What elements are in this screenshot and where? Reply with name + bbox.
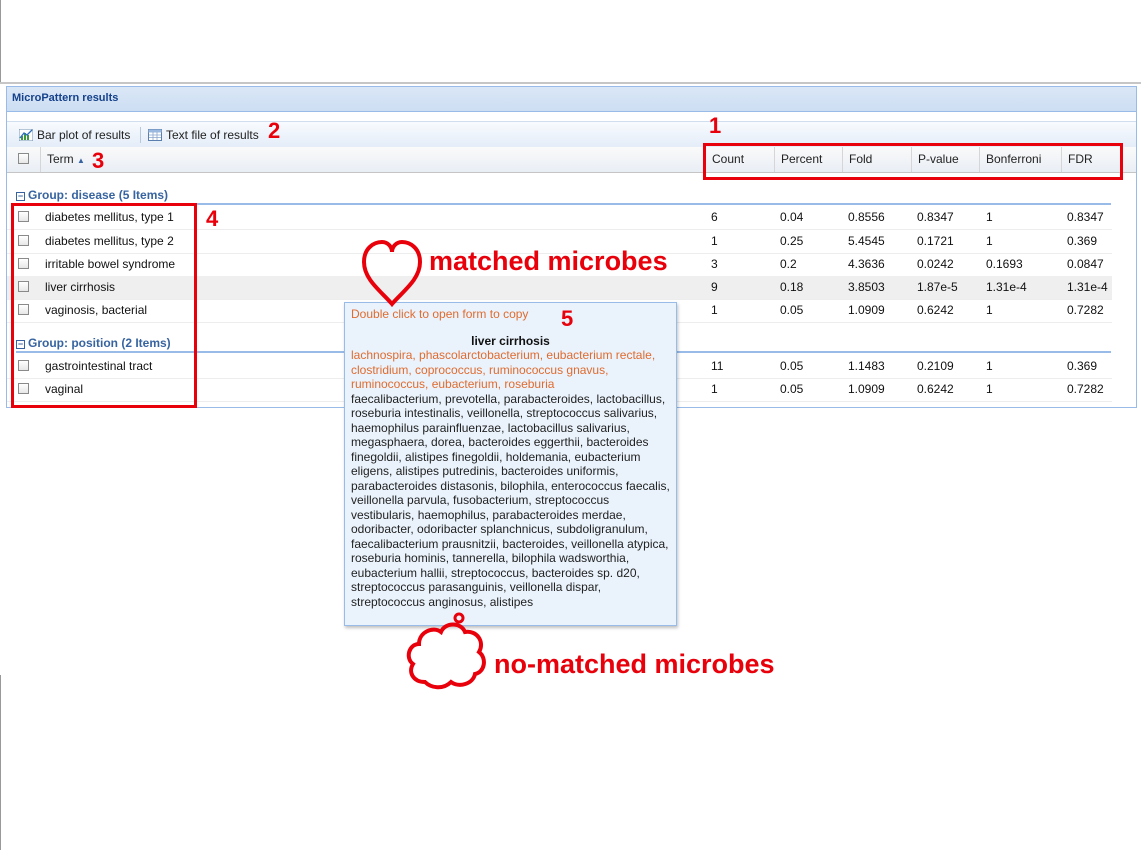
fdr-cell: 1.31e-4 [1067, 280, 1108, 294]
matched-microbes-annotation: matched microbes [429, 246, 668, 276]
tooltip-hint: Double click to open form to copy [351, 307, 529, 321]
bonferroni-cell: 1 [986, 234, 993, 248]
fdr-cell: 0.7282 [1067, 303, 1104, 317]
annotation-box-columns [703, 143, 1123, 180]
count-cell: 1 [711, 303, 718, 317]
fdr-cell: 0.369 [1067, 359, 1098, 373]
bonferroni-cell: 0.1693 [986, 257, 1023, 271]
percent-cell: 0.2 [780, 257, 797, 271]
bonferroni-cell: 1 [986, 303, 993, 317]
window-edge [0, 675, 1, 850]
table-file-icon [148, 129, 162, 141]
percent-cell: 0.25 [780, 234, 804, 248]
bonferroni-cell: 1 [986, 210, 993, 224]
pvalue-cell: 0.1721 [917, 234, 954, 248]
annotation-box-checkboxes [11, 203, 197, 408]
percent-cell: 0.05 [780, 359, 804, 373]
fold-cell: 1.1483 [848, 359, 885, 373]
count-cell: 6 [711, 210, 718, 224]
fdr-cell: 0.8347 [1067, 210, 1104, 224]
pvalue-cell: 0.0242 [917, 257, 954, 271]
cloud-icon [406, 612, 486, 690]
pvalue-cell: 0.6242 [917, 303, 954, 317]
count-cell: 1 [711, 382, 718, 396]
fdr-cell: 0.0847 [1067, 257, 1104, 271]
term-header-label: Term [47, 152, 74, 166]
percent-cell: 0.18 [780, 280, 804, 294]
fold-cell: 1.0909 [848, 382, 885, 396]
fold-cell: 5.4545 [848, 234, 885, 248]
window-edge [0, 0, 1, 82]
divider [0, 82, 1141, 84]
annotation-number-2: 2 [268, 118, 281, 143]
count-cell: 1 [711, 234, 718, 248]
heart-icon [361, 239, 423, 308]
column-header-term[interactable]: Term ▲ [40, 147, 702, 172]
unmatched-microbes-list: faecalibacterium, prevotella, parabacter… [351, 391, 670, 609]
fold-cell: 0.8556 [848, 210, 885, 224]
checkbox[interactable] [18, 153, 29, 164]
bonferroni-cell: 1 [986, 382, 993, 396]
count-cell: 11 [711, 359, 724, 373]
toolbar-separator [140, 127, 141, 143]
percent-cell: 0.05 [780, 382, 804, 396]
annotation-number-5: 5 [561, 306, 574, 331]
matched-microbes-list: lachnospira, phascolarctobacterium, euba… [351, 348, 656, 391]
bar-chart-icon [19, 129, 33, 141]
annotation-number-3: 3 [92, 148, 105, 173]
tooltip-title: liver cirrhosis [471, 333, 550, 348]
count-cell: 3 [711, 257, 718, 271]
pvalue-cell: 1.87e-5 [917, 280, 958, 294]
percent-cell: 0.04 [780, 210, 804, 224]
collapse-icon[interactable]: − [16, 192, 25, 201]
fdr-cell: 0.7282 [1067, 382, 1104, 396]
sort-ascending-icon: ▲ [77, 156, 85, 165]
fold-cell: 4.3636 [848, 257, 885, 271]
text-file-label: Text file of results [166, 128, 259, 142]
annotation-number-1: 1 [709, 113, 722, 138]
select-all-checkbox[interactable] [7, 147, 40, 172]
bar-plot-label: Bar plot of results [37, 128, 131, 142]
fdr-cell: 0.369 [1067, 234, 1098, 248]
fold-cell: 1.0909 [848, 303, 885, 317]
pvalue-cell: 0.6242 [917, 382, 954, 396]
pvalue-cell: 0.8347 [917, 210, 954, 224]
pvalue-cell: 0.2109 [917, 359, 954, 373]
bar-plot-button[interactable]: Bar plot of results [19, 126, 130, 144]
no-matched-microbes-annotation: no-matched microbes [494, 649, 775, 679]
fold-cell: 3.8503 [848, 280, 885, 294]
count-cell: 9 [711, 280, 718, 294]
panel-title: MicroPattern results [7, 87, 1136, 112]
bonferroni-cell: 1.31e-4 [986, 280, 1027, 294]
percent-cell: 0.05 [780, 303, 804, 317]
bonferroni-cell: 1 [986, 359, 993, 373]
group-label: Group: disease (5 Items) [28, 188, 169, 202]
microbe-tooltip[interactable]: Double click to open form to copy liver … [344, 302, 677, 626]
annotation-number-4: 4 [206, 206, 219, 231]
text-file-button[interactable]: Text file of results [148, 126, 259, 144]
